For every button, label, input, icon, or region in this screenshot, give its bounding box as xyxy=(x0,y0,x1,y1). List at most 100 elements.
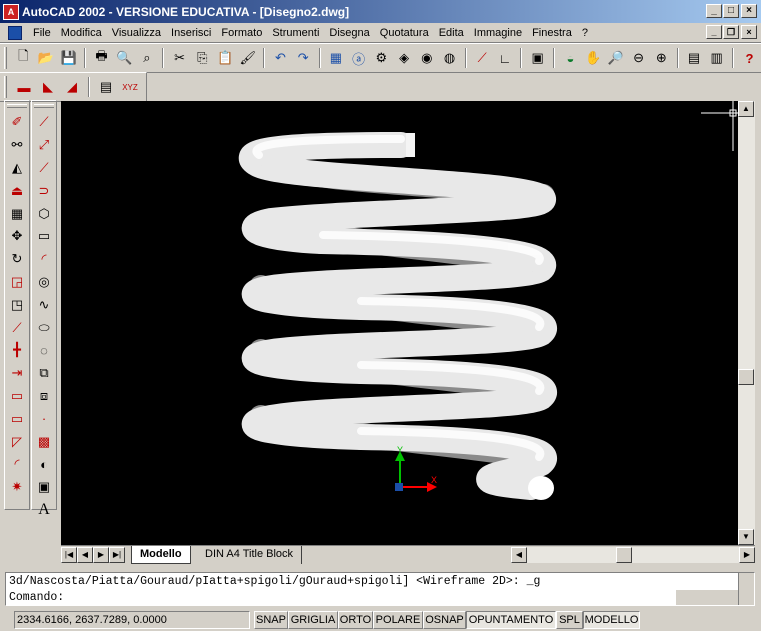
polar-toggle[interactable]: POLARE xyxy=(373,611,423,629)
command-prompt[interactable]: Comando: xyxy=(9,590,64,605)
tab-modello[interactable]: Modello xyxy=(131,546,191,564)
osnap-toggle[interactable]: OSNAP xyxy=(423,611,466,629)
menu-strumenti[interactable]: Strumenti xyxy=(267,27,324,39)
save-icon[interactable]: 💾 xyxy=(58,47,79,69)
doc-minimize-button[interactable]: _ xyxy=(706,25,722,39)
make-block-icon[interactable]: ⧈ xyxy=(32,385,56,408)
text-style-icon[interactable]: ▤ xyxy=(95,76,117,98)
horizontal-scroll-thumb[interactable] xyxy=(616,547,632,563)
ucs-xyz-icon[interactable]: XYZ xyxy=(119,76,141,98)
zoom-realtime-icon[interactable]: ◍ xyxy=(439,47,460,69)
pan-icon[interactable]: ◉ xyxy=(416,47,437,69)
open-icon[interactable]: 📂 xyxy=(36,47,57,69)
model-space-toggle[interactable]: MODELLO xyxy=(583,611,640,629)
join-icon[interactable]: ▭ xyxy=(5,407,29,430)
menu-file[interactable]: File xyxy=(28,27,56,39)
print-preview-icon[interactable]: 🔍 xyxy=(114,47,135,69)
layer-previous-icon[interactable]: ◣ xyxy=(37,76,59,98)
insert-block-icon[interactable]: ⧉ xyxy=(32,362,56,385)
rectangle-icon[interactable]: ⬡ xyxy=(32,202,56,225)
find-icon[interactable]: ⌕ xyxy=(137,47,158,69)
doc-close-button[interactable]: × xyxy=(741,25,757,39)
text-icon[interactable]: A xyxy=(32,499,56,522)
tab-first-button[interactable]: |◀ xyxy=(61,547,77,563)
dbconnect-icon[interactable]: ▤ xyxy=(684,47,705,69)
minimize-button[interactable]: _ xyxy=(706,4,722,18)
ellipse-icon[interactable]: ⬭ xyxy=(32,316,56,339)
distance-icon[interactable]: ⟋ xyxy=(472,47,493,69)
redo-icon[interactable]: ↷ xyxy=(293,47,314,69)
design-center-icon[interactable]: ▦ xyxy=(326,47,347,69)
copy-object-icon[interactable]: ⚯ xyxy=(5,134,29,157)
vertical-scroll-thumb[interactable] xyxy=(738,369,754,385)
offset-icon[interactable]: ⏏ xyxy=(5,179,29,202)
named-views-icon[interactable]: ▣ xyxy=(527,47,548,69)
doc-restore-button[interactable]: ❐ xyxy=(723,25,739,39)
menu-visualizza[interactable]: Visualizza xyxy=(107,27,166,39)
menu-finestra[interactable]: Finestra xyxy=(527,27,577,39)
toolbar-grip[interactable] xyxy=(4,47,7,69)
extend-icon[interactable]: ⇥ xyxy=(5,362,29,385)
orbit-icon[interactable]: ◒ xyxy=(560,47,581,69)
rotate-icon[interactable]: ↻ xyxy=(5,248,29,271)
zoom-window-icon[interactable]: 🔎 xyxy=(605,47,626,69)
rectangle-2-icon[interactable]: ▭ xyxy=(32,225,56,248)
copy-icon[interactable]: ⎘ xyxy=(192,47,213,69)
scroll-down-button[interactable]: ▼ xyxy=(738,529,754,545)
region-icon[interactable]: ◐ xyxy=(32,453,56,476)
polyline-icon[interactable]: ⟋ xyxy=(32,157,56,180)
menu-inserisci[interactable]: Inserisci xyxy=(166,27,216,39)
browse-web-icon[interactable]: ⓐ xyxy=(348,47,369,69)
menu-disegna[interactable]: Disegna xyxy=(324,27,374,39)
spline-icon[interactable]: ∿ xyxy=(32,293,56,316)
match-properties-icon[interactable]: 🖌 xyxy=(237,47,258,69)
tab-last-button[interactable]: ▶| xyxy=(109,547,125,563)
chamfer-icon[interactable]: ◸ xyxy=(5,430,29,453)
cut-icon[interactable]: ✂ xyxy=(169,47,190,69)
array-icon[interactable]: ▦ xyxy=(5,202,29,225)
help-icon[interactable]: ? xyxy=(739,47,760,69)
new-icon[interactable]: 🗋 xyxy=(13,47,34,69)
tab-next-button[interactable]: ▶ xyxy=(93,547,109,563)
command-hscrollbar[interactable] xyxy=(676,590,738,605)
hscroll-right-button[interactable]: ▶ xyxy=(739,547,755,563)
hatch-icon[interactable]: ▩ xyxy=(32,430,56,453)
lengthen-icon[interactable]: ⟋ xyxy=(5,316,29,339)
fillet-icon[interactable]: ◜ xyxy=(5,453,29,476)
hand-pan-icon[interactable]: ✋ xyxy=(583,47,604,69)
toolbar-grip[interactable] xyxy=(4,76,7,98)
tab-din-a4[interactable]: DIN A4 Title Block xyxy=(197,546,303,564)
autocad-app-icon[interactable]: A xyxy=(3,3,19,20)
command-scrollbar[interactable] xyxy=(738,573,754,605)
erase-icon[interactable]: ✐ xyxy=(5,111,29,134)
scroll-up-button[interactable]: ▲ xyxy=(738,101,754,117)
snap-toggle[interactable]: SNAP xyxy=(254,611,288,629)
break-icon[interactable]: ▭ xyxy=(5,385,29,408)
menu-quotatura[interactable]: Quotatura xyxy=(375,27,434,39)
tab-prev-button[interactable]: ◀ xyxy=(77,547,93,563)
drawing-viewport[interactable]: Y X xyxy=(61,101,738,545)
mirror-icon[interactable]: ◭ xyxy=(5,157,29,180)
explode-icon[interactable]: ✷ xyxy=(5,476,29,499)
tool-palette-icon[interactable]: ◈ xyxy=(394,47,415,69)
scale-icon[interactable]: ◲ xyxy=(5,271,29,294)
otrack-toggle[interactable]: OPUNTAMENTO xyxy=(466,611,556,629)
trim-icon[interactable]: ╋ xyxy=(5,339,29,362)
arc-icon[interactable]: ◜ xyxy=(32,248,56,271)
zoom-extents-icon[interactable]: ⊕ xyxy=(651,47,672,69)
paste-icon[interactable]: 📋 xyxy=(215,47,236,69)
zoom-previous-icon[interactable]: ⊖ xyxy=(628,47,649,69)
object-layer-icon[interactable]: ◢ xyxy=(61,76,83,98)
construction-line-icon[interactable]: ⤢ xyxy=(32,134,56,157)
line-icon[interactable]: ⟋ xyxy=(32,111,56,134)
vertical-scrollbar[interactable]: ▲ ▼ xyxy=(738,101,755,545)
print-icon[interactable]: 🖶 xyxy=(91,47,112,69)
menu-formato[interactable]: Formato xyxy=(216,27,267,39)
calc-icon[interactable]: ▥ xyxy=(706,47,727,69)
point-icon[interactable]: · xyxy=(32,407,56,430)
maximize-button[interactable]: □ xyxy=(723,4,739,18)
document-icon[interactable] xyxy=(8,25,22,40)
polygon-icon[interactable]: ⊃ xyxy=(32,179,56,202)
menu-immagine[interactable]: Immagine xyxy=(469,27,527,39)
undo-icon[interactable]: ↶ xyxy=(270,47,291,69)
